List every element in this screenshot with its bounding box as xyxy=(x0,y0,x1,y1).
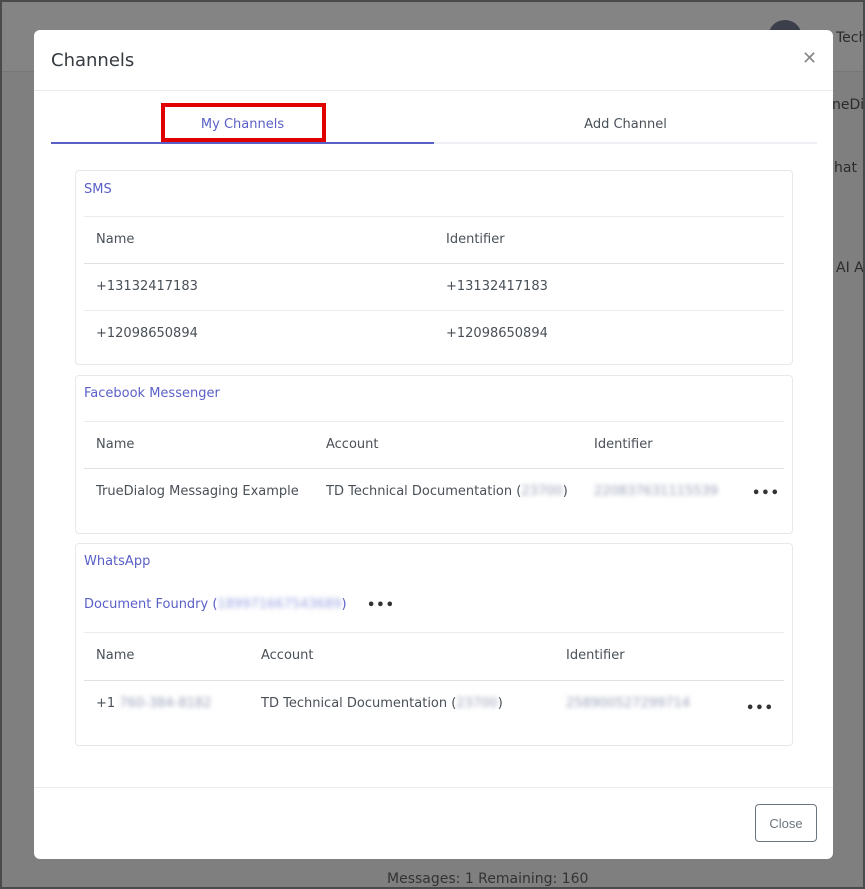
facebook-card: Facebook Messenger Name Account Identifi… xyxy=(75,375,793,534)
user-label: Tech xyxy=(836,30,865,46)
sms-name: +12098650894 xyxy=(96,326,198,341)
column-header-name: Name xyxy=(96,437,135,452)
channel-account: TD Technical Documentation (23700) xyxy=(326,484,568,499)
channel-account: TD Technical Documentation (23700) xyxy=(261,696,503,711)
channel-identifier: 220837631115539 xyxy=(594,484,719,499)
sms-title: SMS xyxy=(84,182,112,197)
whatsapp-card: WhatsApp Document Foundry (1899716675436… xyxy=(75,543,793,746)
column-header-name: Name xyxy=(96,648,135,663)
business-more-options-button[interactable]: ••• xyxy=(367,598,395,613)
column-header-account: Account xyxy=(326,437,379,452)
column-header-name: Name xyxy=(96,232,135,247)
more-options-button[interactable]: ••• xyxy=(752,486,780,501)
tab-add-channel[interactable]: Add Channel xyxy=(434,106,817,144)
column-header-identifier: Identifier xyxy=(566,648,625,663)
channel-name: +1 760-384-8182 xyxy=(96,696,212,711)
whatsapp-title: WhatsApp xyxy=(84,554,151,569)
channel-name: TrueDialog Messaging Example xyxy=(96,484,299,499)
whatsapp-business-link[interactable]: Document Foundry (189971667543689) xyxy=(84,597,347,612)
highlight-box xyxy=(161,103,326,142)
sms-identifier: +13132417183 xyxy=(446,279,548,294)
sms-identifier: +12098650894 xyxy=(446,326,548,341)
column-header-identifier: Identifier xyxy=(594,437,653,452)
background-text: AI A xyxy=(836,260,864,276)
modal-title: Channels xyxy=(51,50,135,71)
close-icon[interactable]: ✕ xyxy=(802,48,817,69)
close-button[interactable]: Close xyxy=(755,804,817,842)
background-text: neDia xyxy=(832,97,865,113)
sms-name: +13132417183 xyxy=(96,279,198,294)
tab-label: Add Channel xyxy=(584,117,667,132)
channels-modal: Channels ✕ My Channels Add Channel SMS N… xyxy=(34,30,833,859)
more-options-button[interactable]: ••• xyxy=(746,701,774,716)
column-header-identifier: Identifier xyxy=(446,232,505,247)
background-text: hat xyxy=(834,160,857,176)
facebook-title: Facebook Messenger xyxy=(84,386,220,401)
column-header-account: Account xyxy=(261,648,314,663)
sms-card: SMS Name Identifier +13132417183 +131324… xyxy=(75,170,793,365)
channel-identifier: 258900527299714 xyxy=(566,696,691,711)
message-status: Messages: 1 Remaining: 160 xyxy=(387,871,589,887)
